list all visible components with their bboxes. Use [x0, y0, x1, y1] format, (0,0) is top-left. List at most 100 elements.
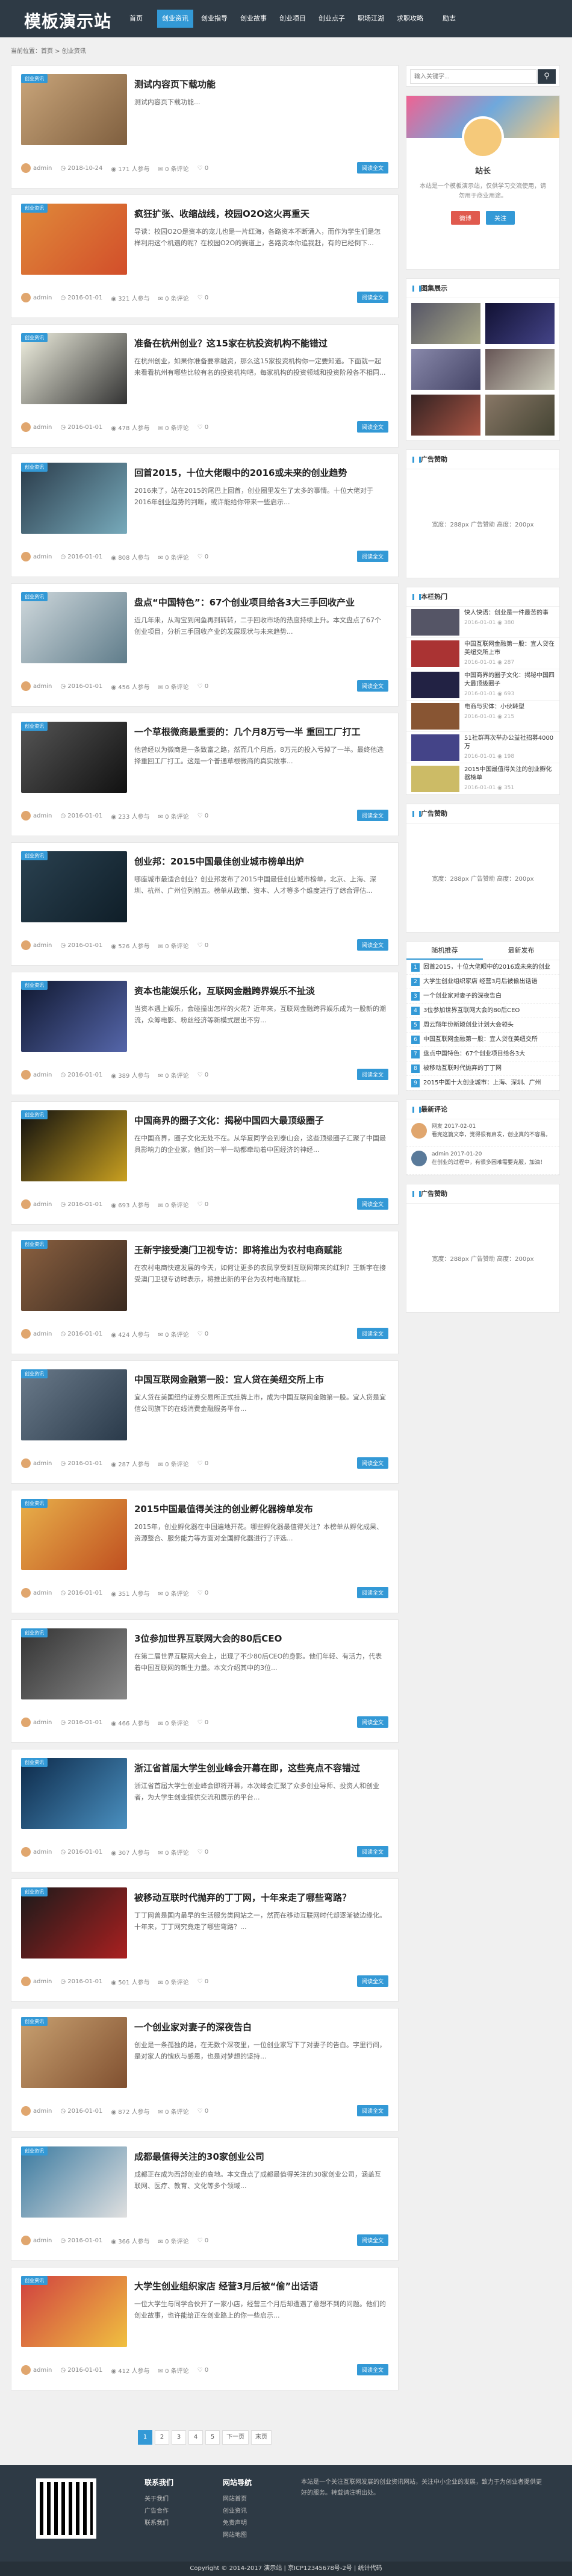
site-logo[interactable]: 模板演示站	[24, 8, 111, 33]
gallery-photo[interactable]	[485, 303, 555, 344]
author-name[interactable]: admin	[33, 2237, 52, 2244]
post-title[interactable]: 成都最值得关注的30家创业公司	[134, 2150, 264, 2163]
author[interactable]: admin	[21, 422, 52, 432]
gallery-photo[interactable]	[411, 303, 480, 344]
hot-post-thumbnail[interactable]	[411, 734, 459, 761]
page-link[interactable]: 5	[205, 2430, 220, 2445]
footer-link[interactable]: 关于我们	[145, 2493, 173, 2506]
post-thumbnail[interactable]	[21, 722, 127, 793]
rank-item[interactable]: 6 中国互联网金融第一股：宜人贷在美纽交所	[406, 1033, 559, 1047]
read-more-button[interactable]: 阅读全文	[356, 1587, 388, 1598]
author-name[interactable]: admin	[33, 2108, 52, 2115]
author[interactable]: admin	[21, 811, 52, 821]
nav-item[interactable]: 职场江湖	[353, 10, 389, 28]
footer-link[interactable]: 联系我们	[145, 2518, 173, 2530]
category-badge[interactable]: 创业资讯	[21, 2146, 48, 2156]
author-name[interactable]: admin	[33, 424, 52, 431]
read-more-button[interactable]: 阅读全文	[356, 939, 388, 951]
nav-item[interactable]: 创业指导	[196, 10, 232, 28]
post-thumbnail[interactable]	[21, 2276, 127, 2347]
post-likes[interactable]: ♡ 0	[197, 942, 209, 949]
post-likes[interactable]: ♡ 0	[197, 1201, 209, 1208]
read-more-button[interactable]: 阅读全文	[356, 1457, 388, 1469]
hot-post-thumbnail[interactable]	[411, 703, 459, 730]
author[interactable]: admin	[21, 940, 52, 950]
author[interactable]: admin	[21, 1199, 52, 1209]
category-badge[interactable]: 创业资讯	[21, 1758, 48, 1767]
post-comments[interactable]: ✉ 0 条评论	[158, 2107, 189, 2116]
category-badge[interactable]: 创业资讯	[21, 333, 48, 342]
tab-latest[interactable]: 最新发布	[483, 942, 559, 960]
author-name[interactable]: admin	[33, 1978, 52, 1985]
read-more-button[interactable]: 阅读全文	[356, 1328, 388, 1339]
post-likes[interactable]: ♡ 0	[197, 2108, 209, 2115]
category-badge[interactable]: 创业资讯	[21, 592, 48, 601]
author-name[interactable]: admin	[33, 683, 52, 690]
post-title[interactable]: 中国商界的圈子文化：揭秘中国四大最顶级圈子	[134, 1114, 324, 1127]
category-badge[interactable]: 创业资讯	[21, 722, 48, 731]
post-title[interactable]: 2015中国最值得关注的创业孵化器榜单发布	[134, 1502, 313, 1515]
post-comments[interactable]: ✉ 0 条评论	[158, 293, 189, 302]
tab-random[interactable]: 随机推荐	[406, 942, 483, 960]
page-link[interactable]: 3	[172, 2430, 186, 2445]
weibo-button[interactable]: 微博	[451, 211, 480, 225]
comment-body[interactable]: 在创业的过程中，有很多困难需要克服，加油！	[432, 1159, 546, 1168]
rank-title[interactable]: 被移动互联时代抛弃的丁丁网	[423, 1065, 502, 1072]
comment-user[interactable]: 网友	[432, 1124, 443, 1130]
hot-post-title[interactable]: 中国互联网金融第一股：宜人贷在美纽交所上市	[464, 640, 555, 657]
hot-post-title[interactable]: 中国商界的圈子文化：揭秘中国四大最顶级圈子	[464, 672, 555, 689]
post-thumbnail[interactable]	[21, 592, 127, 663]
read-more-button[interactable]: 阅读全文	[356, 1069, 388, 1080]
rank-title[interactable]: 3位参加世界互联网大会的80后CEO	[423, 1007, 520, 1014]
post-thumbnail[interactable]	[21, 204, 127, 275]
author-name[interactable]: admin	[33, 1331, 52, 1337]
read-more-button[interactable]: 阅读全文	[356, 2234, 388, 2246]
category-badge[interactable]: 创业资讯	[21, 851, 48, 860]
author[interactable]: admin	[21, 1977, 52, 1986]
read-more-button[interactable]: 阅读全文	[356, 2105, 388, 2116]
post-likes[interactable]: ♡ 0	[197, 1590, 209, 1596]
author[interactable]: admin	[21, 1588, 52, 1598]
rank-title[interactable]: 回首2015，十位大佬眼中的2016或未来的创业	[423, 964, 550, 971]
post-comments[interactable]: ✉ 0 条评论	[158, 1200, 189, 1209]
ad-placeholder[interactable]: 宽度：288px 广告赞助 高度：200px	[406, 469, 559, 578]
post-comments[interactable]: ✉ 0 条评论	[158, 682, 189, 691]
gallery-photo[interactable]	[485, 395, 555, 436]
hot-post-thumbnail[interactable]	[411, 672, 459, 698]
author[interactable]: admin	[21, 1847, 52, 1857]
post-comments[interactable]: ✉ 0 条评论	[158, 811, 189, 821]
category-badge[interactable]: 创业资讯	[21, 2017, 48, 2026]
search-input[interactable]	[410, 69, 536, 84]
read-more-button[interactable]: 阅读全文	[356, 2364, 388, 2375]
post-title[interactable]: 一个创业家对妻子的深夜告白	[134, 2021, 252, 2033]
author[interactable]: admin	[21, 2106, 52, 2116]
post-comments[interactable]: ✉ 0 条评论	[158, 1589, 189, 1598]
footer-link[interactable]: 创业资讯	[223, 2506, 252, 2518]
gallery-photo[interactable]	[411, 395, 480, 436]
category-badge[interactable]: 创业资讯	[21, 463, 48, 472]
post-comments[interactable]: ✉ 0 条评论	[158, 2236, 189, 2245]
search-button[interactable]: ⚲	[538, 69, 556, 84]
rank-item[interactable]: 2 大学生创业组织家店 经营3月后被偷出话语	[406, 975, 559, 989]
rank-title[interactable]: 中国互联网金融第一股：宜人贷在美纽交所	[423, 1036, 538, 1043]
category-badge[interactable]: 创业资讯	[21, 2276, 48, 2285]
hot-post-item[interactable]: 中国互联网金融第一股：宜人贷在美纽交所上市 2016-01-01 ◉ 287	[406, 638, 559, 669]
post-title[interactable]: 资本也能娱乐化，互联网金融跨界娱乐不扯淡	[134, 984, 315, 997]
read-more-button[interactable]: 阅读全文	[356, 551, 388, 562]
category-badge[interactable]: 创业资讯	[21, 1628, 48, 1637]
post-likes[interactable]: ♡ 0	[197, 683, 209, 690]
footer-link[interactable]: 广告合作	[145, 2506, 173, 2518]
author-name[interactable]: admin	[33, 942, 52, 949]
author-name[interactable]: admin	[33, 554, 52, 560]
post-likes[interactable]: ♡ 0	[197, 1978, 209, 1985]
post-thumbnail[interactable]	[21, 1369, 127, 1440]
post-title[interactable]: 3位参加世界互联网大会的80后CEO	[134, 1632, 282, 1645]
nav-item[interactable]: 创业故事	[235, 10, 272, 28]
page-link[interactable]: 下一页	[222, 2430, 249, 2445]
rank-item[interactable]: 7 盘点中国特色：67个创业项目给各3大	[406, 1047, 559, 1061]
rank-item[interactable]: 5 周云翔年份新颖创业计划大会领头	[406, 1018, 559, 1033]
post-thumbnail[interactable]	[21, 1628, 127, 1699]
author-name[interactable]: admin	[33, 1201, 52, 1208]
nav-item[interactable]: 励志	[431, 10, 467, 28]
post-title[interactable]: 一个草根微商最重要的：几个月8万亏一半 重回工厂打工	[134, 725, 361, 738]
